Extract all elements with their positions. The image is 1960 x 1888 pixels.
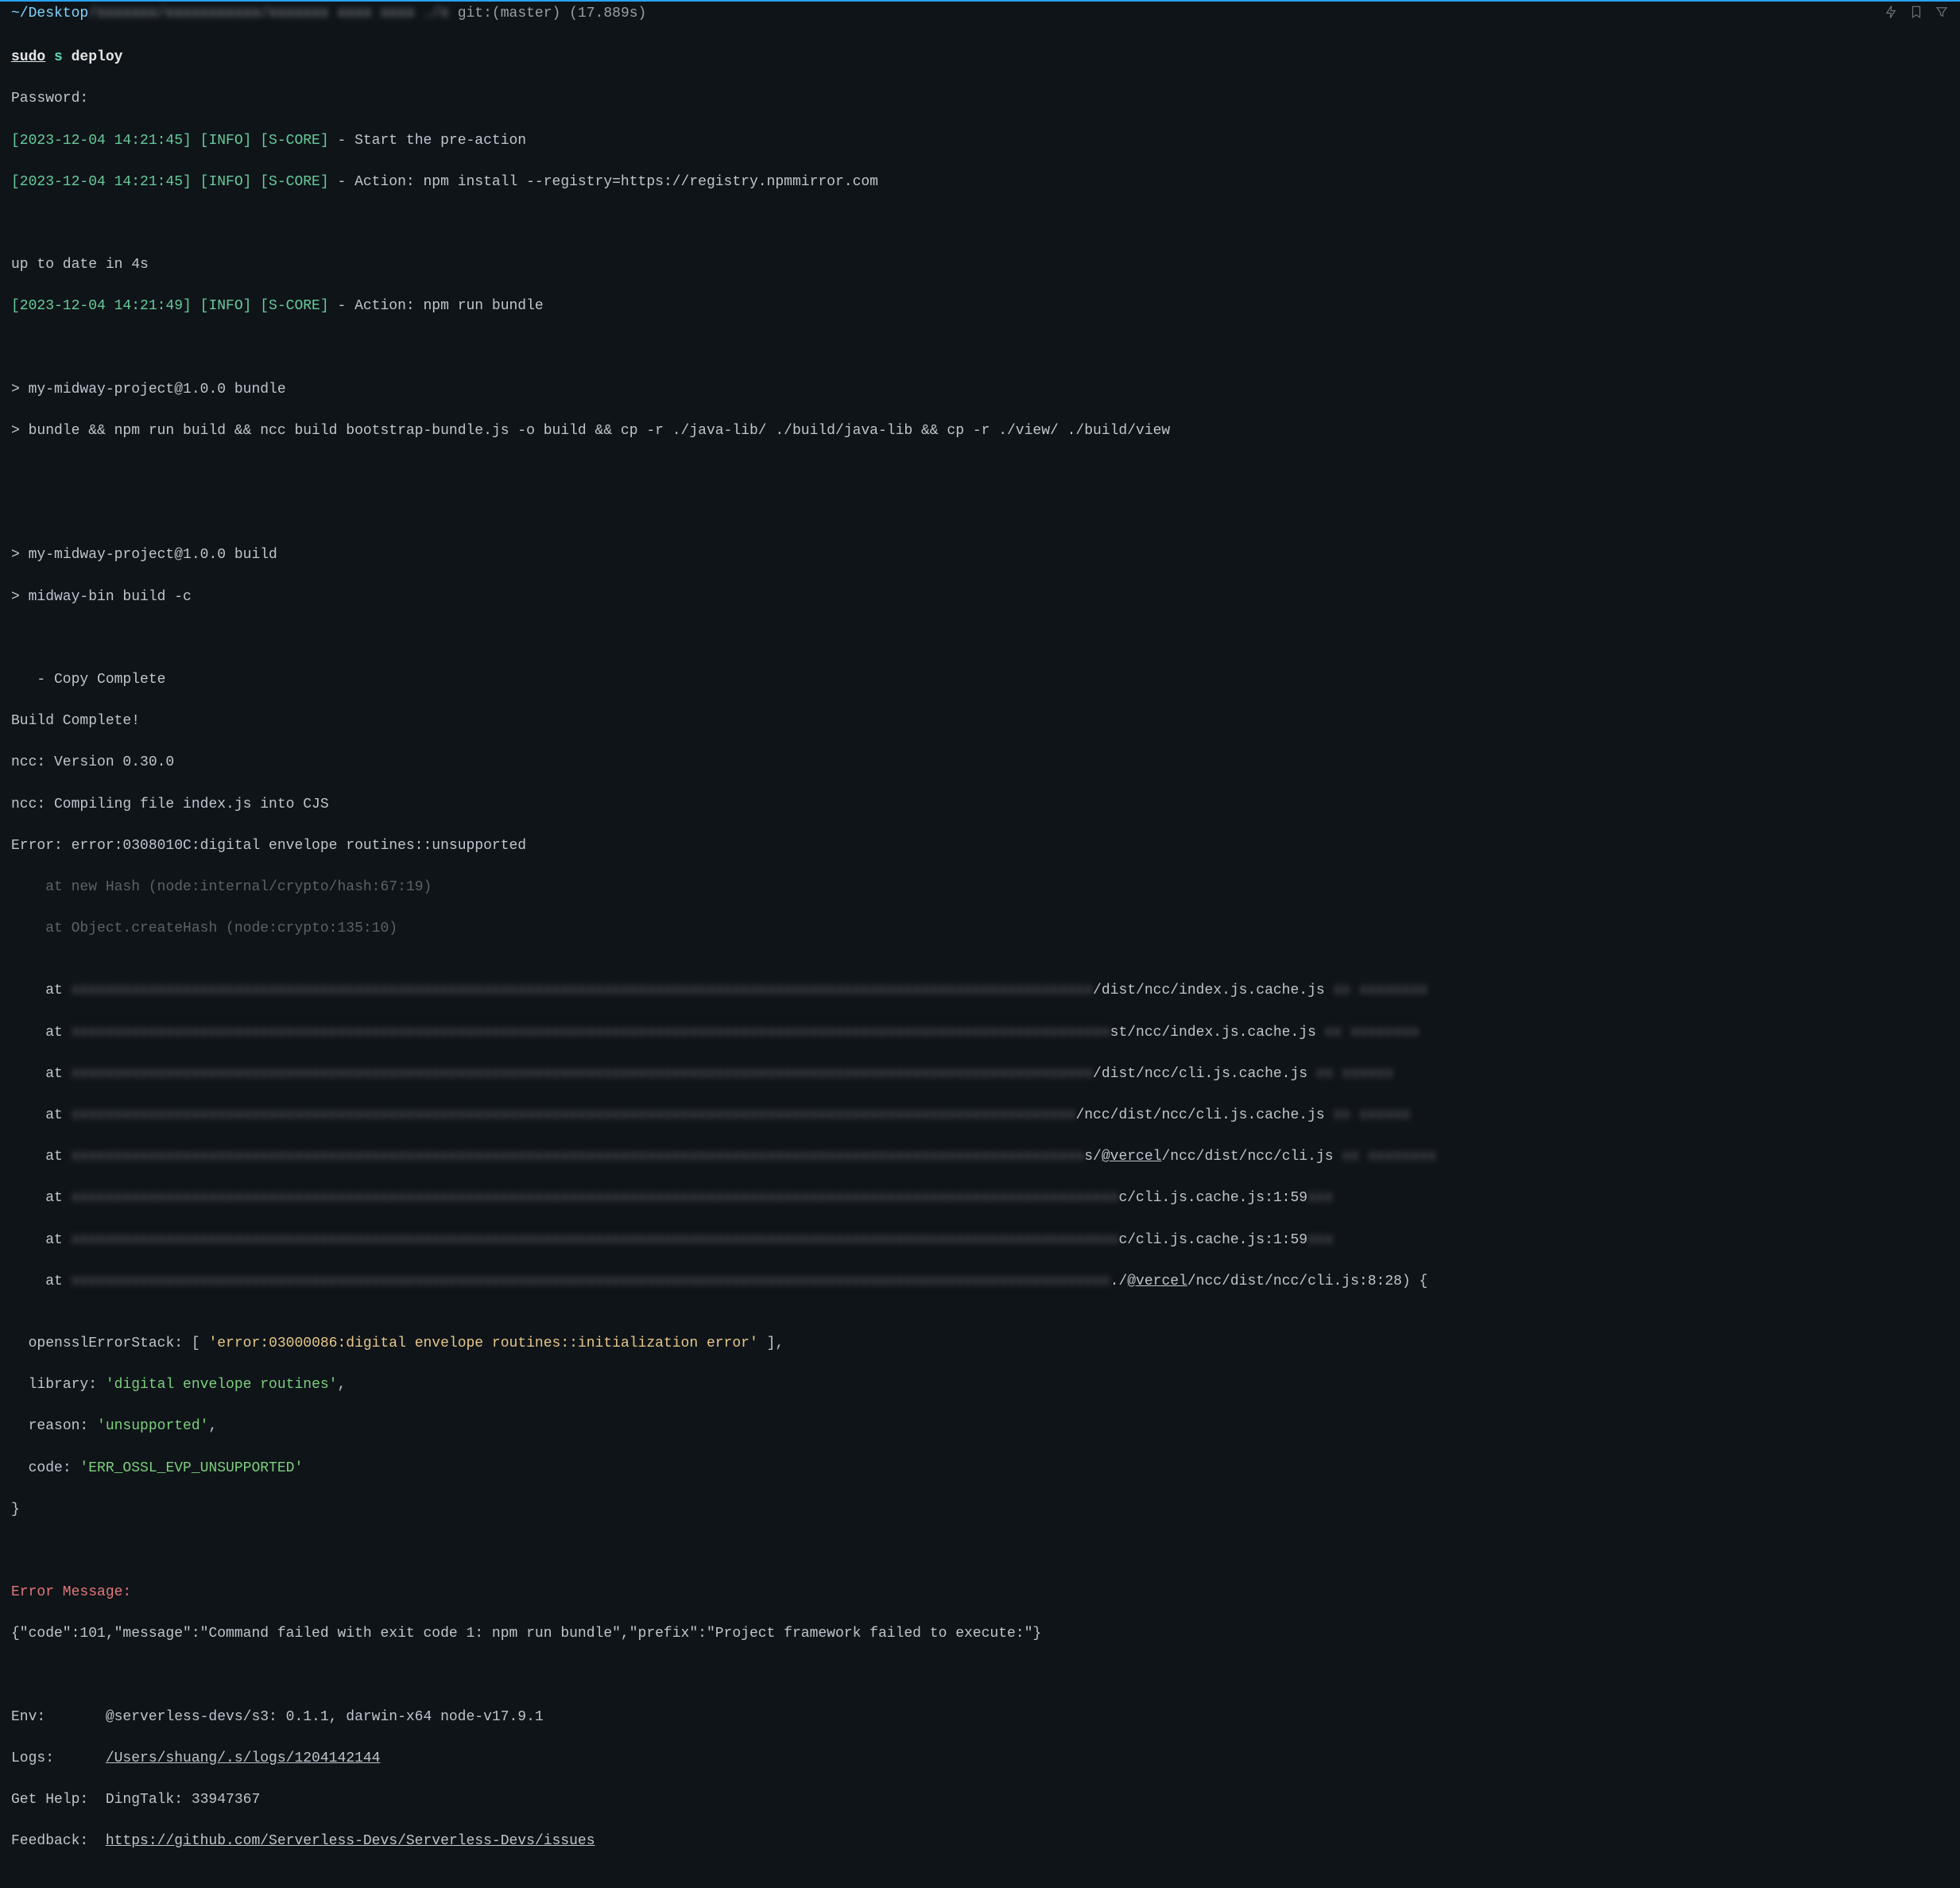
feedback-link[interactable]: https://github.com/Serverless-Devs/Serve… — [106, 1833, 595, 1849]
filter-icon[interactable] — [1935, 5, 1949, 26]
env-row: Env:@serverless-devs/s3: 0.1.1, darwin-x… — [11, 1707, 1949, 1727]
error-message-label: Error Message: — [11, 1582, 1949, 1603]
error-line: Error: error:0308010C:digital envelope r… — [11, 835, 1949, 856]
redacted-path: xxxxxxxxxxxxxxxxxxxxxxxxxxxxxxxxxxxxxxxx… — [72, 1066, 1093, 1082]
ossl-code: code: 'ERR_OSSL_EVP_UNSUPPORTED' — [11, 1458, 1949, 1479]
redacted-path: xxxxxxxxxxxxxxxxxxxxxxxxxxxxxxxxxxxxxxxx… — [72, 983, 1093, 998]
redacted-path: xxxxxxxxxxxxxxxxxxxxxxxxxxxxxxxxxxxxxxxx… — [72, 1149, 1085, 1165]
build-script-2: > midway-bin build -c — [11, 587, 1949, 607]
ossl-library: library: 'digital envelope routines', — [11, 1374, 1949, 1395]
stack-trace-5: at xxxxxxxxxxxxxxxxxxxxxxxxxxxxxxxxxxxxx… — [11, 1064, 1949, 1084]
stack-trace-3: at xxxxxxxxxxxxxxxxxxxxxxxxxxxxxxxxxxxxx… — [11, 980, 1949, 1001]
stack-trace-6: at xxxxxxxxxxxxxxxxxxxxxxxxxxxxxxxxxxxxx… — [11, 1105, 1949, 1126]
help-row: Get Help:DingTalk: 33947367 — [11, 1789, 1949, 1810]
npm-uptodate: up to date in 4s — [11, 254, 1949, 275]
redacted-path: xxxxxxxxxxxxxxxxxxxxxxxxxxxxxxxxxxxxxxxx… — [72, 1025, 1110, 1041]
ncc-version: ncc: Version 0.30.0 — [11, 752, 1949, 773]
ossl-reason: reason: 'unsupported', — [11, 1416, 1949, 1436]
redacted-path: xxxxxxxxxxxxxxxxxxxxxxxxxxxxxxxxxxxxxxxx… — [72, 1232, 1119, 1248]
logs-link[interactable]: /Users/shuang/.s/logs/1204142144 — [106, 1750, 381, 1766]
sudo-cmd: sudo — [11, 49, 45, 65]
stack-trace-7: at xxxxxxxxxxxxxxxxxxxxxxxxxxxxxxxxxxxxx… — [11, 1146, 1949, 1167]
cwd-path: ~/Desktop/xxxxxxx/xxxxxxxxxxx/xxxxxxx xx… — [11, 3, 646, 24]
redacted-path: xxxxxxxxxxxxxxxxxxxxxxxxxxxxxxxxxxxxxxxx… — [72, 1274, 1110, 1289]
stack-trace-4: at xxxxxxxxxxxxxxxxxxxxxxxxxxxxxxxxxxxxx… — [11, 1022, 1949, 1043]
build-script-1: > my-midway-project@1.0.0 build — [11, 545, 1949, 565]
ncc-compile: ncc: Compiling file index.js into CJS — [11, 794, 1949, 815]
command-line: sudo s deploy — [11, 47, 1949, 68]
build-complete: Build Complete! — [11, 711, 1949, 731]
redacted-path: xxxxxxxxxxxxxxxxxxxxxxxxxxxxxxxxxxxxxxxx… — [72, 1107, 1076, 1123]
info-line-1: [2023-12-04 14:21:45] [INFO] [S-CORE] - … — [11, 130, 1949, 151]
ossl-stack: opensslErrorStack: [ 'error:03000086:dig… — [11, 1333, 1949, 1354]
bundle-script-2: > bundle && npm run build && ncc build b… — [11, 421, 1949, 441]
lightning-icon[interactable] — [1884, 5, 1898, 26]
stack-trace-2: at Object.createHash (node:crypto:135:10… — [11, 918, 1949, 939]
info-line-2: [2023-12-04 14:21:45] [INFO] [S-CORE] - … — [11, 172, 1949, 192]
error-message-json: {"code":101,"message":"Command failed wi… — [11, 1623, 1949, 1644]
stack-trace-9: at xxxxxxxxxxxxxxxxxxxxxxxxxxxxxxxxxxxxx… — [11, 1230, 1949, 1250]
s-cmd: s — [45, 49, 71, 65]
info-line-3: [2023-12-04 14:21:49] [INFO] [S-CORE] - … — [11, 296, 1949, 316]
path-blurred: /xxxxxxx/xxxxxxxxxxx/xxxxxxx xxxx xxxx .… — [88, 6, 449, 21]
stack-trace-8: at xxxxxxxxxxxxxxxxxxxxxxxxxxxxxxxxxxxxx… — [11, 1188, 1949, 1208]
stack-trace-1: at new Hash (node:internal/crypto/hash:6… — [11, 877, 1949, 897]
bookmark-icon[interactable] — [1909, 5, 1923, 26]
terminal-topbar: ~/Desktop/xxxxxxx/xxxxxxxxxxx/xxxxxxx xx… — [0, 0, 1960, 26]
bundle-script-1: > my-midway-project@1.0.0 bundle — [11, 379, 1949, 400]
logs-row: Logs:/Users/shuang/.s/logs/1204142144 — [11, 1748, 1949, 1769]
terminal-output[interactable]: sudo s deploy Password: [2023-12-04 14:2… — [0, 26, 1960, 1888]
password-prompt: Password: — [11, 88, 1949, 109]
closing-brace: } — [11, 1499, 1949, 1520]
copy-complete: - Copy Complete — [11, 669, 1949, 690]
redacted-path: xxxxxxxxxxxxxxxxxxxxxxxxxxxxxxxxxxxxxxxx… — [72, 1190, 1119, 1206]
stack-trace-10: at xxxxxxxxxxxxxxxxxxxxxxxxxxxxxxxxxxxxx… — [11, 1271, 1949, 1292]
topbar-icons — [1884, 3, 1949, 26]
path-prefix: ~/Desktop — [11, 6, 88, 21]
git-branch-info: git:(master) (17.889s) — [449, 6, 646, 21]
feedback-row: Feedback:https://github.com/Serverless-D… — [11, 1831, 1949, 1851]
deploy-cmd: deploy — [72, 49, 123, 65]
